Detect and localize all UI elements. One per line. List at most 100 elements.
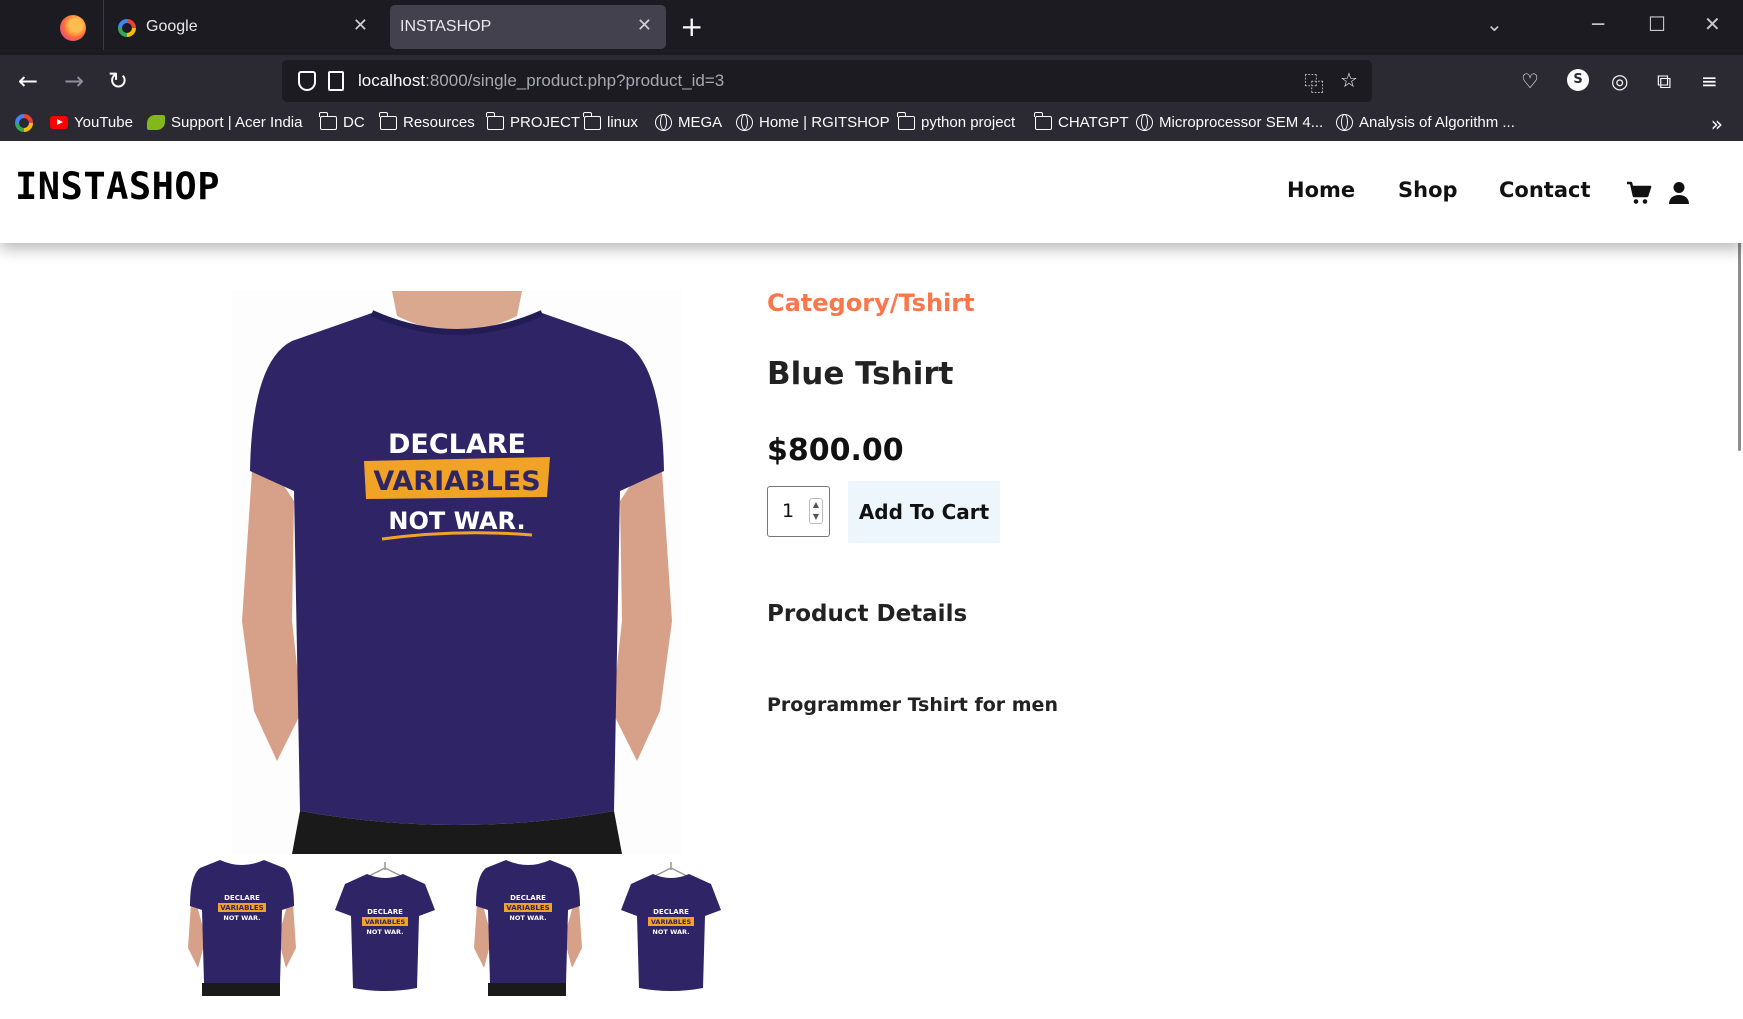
bookmark-acer[interactable]: Support | Acer India xyxy=(147,114,302,131)
product-thumbnails: DECLARE VARIABLES NOT WAR. DECLARE VARIA… xyxy=(186,858,727,998)
page-info-icon[interactable] xyxy=(328,71,344,91)
firefox-menu-icon[interactable] xyxy=(60,15,86,41)
globe-icon xyxy=(1336,114,1353,131)
thumbnail-3[interactable]: DECLARE VARIABLES NOT WAR. xyxy=(472,858,584,996)
account-s-icon[interactable]: S xyxy=(1567,69,1589,91)
bookmark-star-icon[interactable]: ☆ xyxy=(1340,68,1358,92)
forward-arrow-icon[interactable]: → xyxy=(64,67,84,95)
address-bar[interactable]: localhost:8000/single_product.php?produc… xyxy=(282,60,1372,102)
back-arrow-icon[interactable]: ← xyxy=(18,67,38,95)
tracking-shield-icon[interactable] xyxy=(298,71,316,91)
extensions-puzzle-icon[interactable]: ⧉ xyxy=(1657,69,1671,93)
bookmark-label: linux xyxy=(607,114,638,131)
thumbnail-model-image: DECLARE VARIABLES NOT WAR. xyxy=(188,860,296,996)
tab-instashop[interactable]: INSTASHOP ✕ xyxy=(390,5,666,49)
print-line-2: VARIABLES xyxy=(373,466,540,497)
url-host: localhost xyxy=(358,71,426,90)
tab-title: INSTASHOP xyxy=(400,18,492,35)
close-window-icon[interactable]: ✕ xyxy=(1704,12,1721,36)
user-account-icon[interactable] xyxy=(1668,181,1690,205)
reload-icon[interactable]: ↻ xyxy=(108,67,128,95)
close-tab-icon[interactable]: ✕ xyxy=(637,15,652,36)
bookmark-label: Resources xyxy=(403,114,475,131)
thumbnail-2[interactable]: DECLARE VARIABLES NOT WAR. xyxy=(329,858,441,996)
bookmark-resources[interactable]: Resources xyxy=(379,111,475,131)
bookmark-label: Microprocessor SEM 4... xyxy=(1159,114,1324,131)
folder-icon xyxy=(486,111,504,130)
bookmark-linux[interactable]: linux xyxy=(583,111,638,131)
folder-icon xyxy=(319,111,337,130)
print-line-2: VARIABLES xyxy=(506,904,549,912)
folder-icon xyxy=(379,111,397,130)
url-text[interactable]: localhost:8000/single_product.php?produc… xyxy=(358,71,724,91)
nav-link-shop[interactable]: Shop xyxy=(1398,178,1458,202)
quantity-stepper[interactable]: ▲ ▼ xyxy=(809,498,823,524)
app-menu-hamburger-icon[interactable]: ≡ xyxy=(1701,69,1718,93)
url-path: :8000/single_product.php?product_id=3 xyxy=(425,71,725,90)
tshirt-model-illustration: DECLARE VARIABLES NOT WAR. xyxy=(232,291,682,854)
bookmark-project[interactable]: PROJECT xyxy=(486,111,581,131)
quantity-input[interactable]: 1 ▲ ▼ xyxy=(767,486,830,537)
more-bookmarks-chevron-icon[interactable]: » xyxy=(1711,112,1723,136)
extension-glasses-icon[interactable]: ◎ xyxy=(1611,69,1628,93)
globe-icon xyxy=(736,114,753,131)
bookmark-google[interactable] xyxy=(15,114,33,132)
product-title: Blue Tshirt xyxy=(767,356,954,392)
thumbnail-4[interactable]: DECLARE VARIABLES NOT WAR. xyxy=(615,858,727,996)
bookmark-label: YouTube xyxy=(74,114,133,131)
new-tab-plus-icon[interactable]: + xyxy=(680,10,703,44)
site-navbar: INSTASHOP Home Shop Contact xyxy=(0,141,1743,243)
bookmark-algorithm[interactable]: Analysis of Algorithm ... xyxy=(1336,114,1515,131)
print-line-3: NOT WAR. xyxy=(366,928,403,936)
print-line-1: DECLARE xyxy=(653,908,689,916)
bookmark-label: Home | RGITSHOP xyxy=(759,114,890,131)
pocket-icon[interactable]: ♡ xyxy=(1521,69,1539,93)
page-viewport: INSTASHOP Home Shop Contact DECLARE VARI… xyxy=(0,141,1743,1019)
globe-icon xyxy=(1136,114,1153,131)
product-description: Programmer Tshirt for men xyxy=(767,694,1058,716)
translate-icon[interactable]: ⿻ xyxy=(1304,68,1324,97)
nav-link-contact[interactable]: Contact xyxy=(1499,178,1591,202)
close-tab-icon[interactable]: ✕ xyxy=(353,15,368,36)
tab-google[interactable]: Google ✕ xyxy=(103,0,382,50)
bookmark-youtube[interactable]: YouTube xyxy=(50,114,133,131)
print-line-3: NOT WAR. xyxy=(652,928,689,936)
bookmark-dc[interactable]: DC xyxy=(319,111,365,131)
site-logo[interactable]: INSTASHOP xyxy=(15,165,220,208)
print-line-1: DECLARE xyxy=(224,894,260,902)
globe-icon xyxy=(655,114,672,131)
print-line-3: NOT WAR. xyxy=(388,507,525,535)
bookmark-rgitshop[interactable]: Home | RGITSHOP xyxy=(736,114,890,131)
bookmark-label: Support | Acer India xyxy=(171,114,303,131)
product-main-image: DECLARE VARIABLES NOT WAR. xyxy=(232,291,682,854)
thumbnail-1[interactable]: DECLARE VARIABLES NOT WAR. xyxy=(186,858,298,996)
bookmark-label: PROJECT xyxy=(510,114,581,131)
cart-icon[interactable] xyxy=(1626,181,1652,205)
print-line-2: VARIABLES xyxy=(651,918,692,926)
print-line-3: NOT WAR. xyxy=(509,914,546,922)
bookmark-label: Analysis of Algorithm ... xyxy=(1359,114,1515,131)
bookmark-label: python project xyxy=(921,114,1016,131)
acer-icon xyxy=(147,115,165,130)
google-favicon-icon xyxy=(118,19,136,37)
bookmarks-toolbar: YouTube Support | Acer India DC Resource… xyxy=(0,108,1743,141)
bookmark-label: DC xyxy=(343,114,365,131)
minimize-window-icon[interactable]: ─ xyxy=(1592,12,1604,36)
product-price: $800.00 xyxy=(767,433,904,468)
bookmark-mega[interactable]: MEGA xyxy=(655,114,722,131)
list-all-tabs-chevron-icon[interactable]: ⌄ xyxy=(1486,12,1503,36)
folder-icon xyxy=(1034,111,1052,130)
tab-divider xyxy=(103,0,104,50)
add-to-cart-button[interactable]: Add To Cart xyxy=(848,481,1000,543)
bookmark-label: CHATGPT xyxy=(1058,114,1129,131)
print-line-3: NOT WAR. xyxy=(223,914,260,922)
bookmark-chatgpt[interactable]: CHATGPT xyxy=(1034,111,1129,131)
google-icon xyxy=(15,114,33,132)
browser-navigation-toolbar: ← → ↻ localhost:8000/single_product.php?… xyxy=(0,55,1743,108)
bookmark-microprocessor[interactable]: Microprocessor SEM 4... xyxy=(1136,114,1323,131)
maximize-window-icon[interactable]: ☐ xyxy=(1648,12,1666,36)
bookmark-python-project[interactable]: python project xyxy=(897,111,1016,131)
product-category: Category/Tshirt xyxy=(767,289,975,317)
print-line-2: VARIABLES xyxy=(220,904,263,912)
nav-link-home[interactable]: Home xyxy=(1287,178,1355,202)
